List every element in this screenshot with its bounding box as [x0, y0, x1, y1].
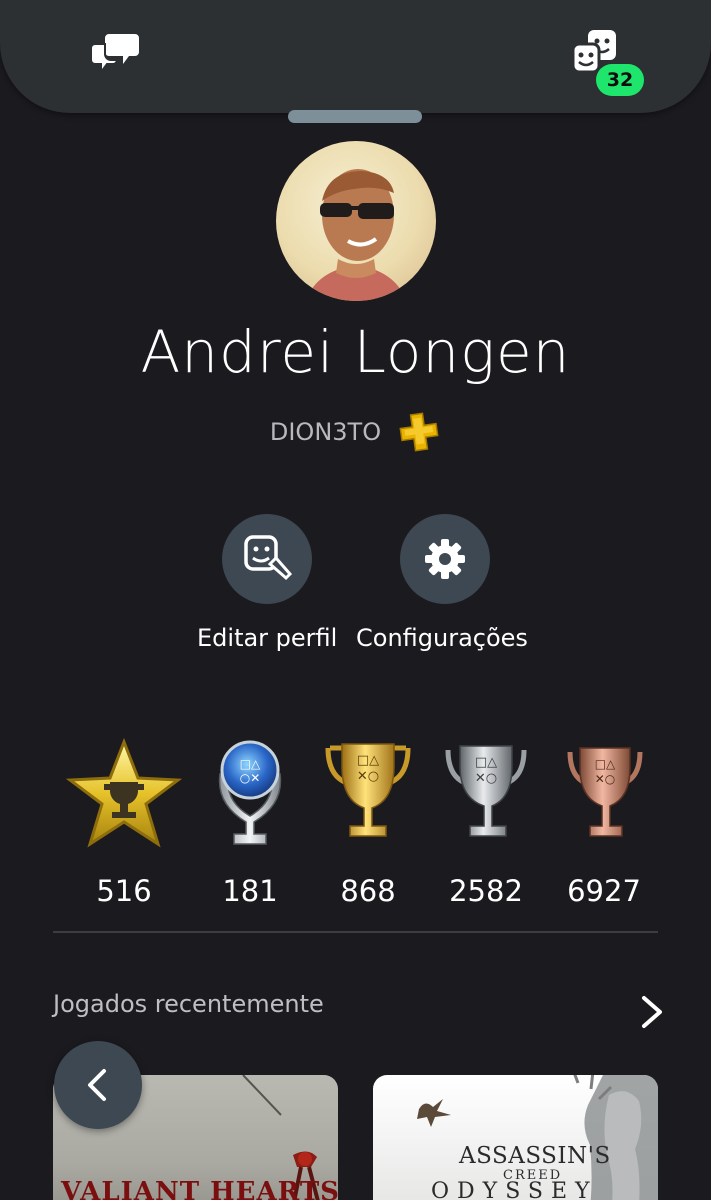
edit-profile-button[interactable] [222, 514, 312, 604]
friends-count-badge: 32 [596, 64, 644, 96]
avatar[interactable] [276, 141, 436, 301]
game-title-line-1: ASSASSIN'S [459, 1143, 611, 1169]
chat-bubbles-icon[interactable] [91, 30, 141, 74]
svg-text:○✕: ○✕ [240, 771, 261, 785]
gold-count: 868 [340, 874, 396, 908]
display-name: Andrei Longen [140, 318, 571, 386]
recently-played-label: Jogados recentemente [53, 990, 324, 1018]
silver-count: 2582 [449, 874, 523, 908]
edit-profile-label[interactable]: Editar perfil [197, 624, 337, 652]
divider [53, 931, 658, 933]
settings-label[interactable]: Configurações [356, 624, 528, 652]
online-id: DION3TO [269, 418, 382, 446]
svg-text:□△: □△ [475, 755, 497, 770]
game-title-line-3: ODYSSEY [431, 1179, 598, 1200]
edit-profile-icon [244, 535, 292, 581]
bronze-trophy-icon[interactable]: □△ ✕○ [566, 738, 644, 852]
svg-text:□△: □△ [357, 753, 379, 768]
platinum-count: 181 [222, 874, 278, 908]
svg-text:✕○: ✕○ [357, 769, 379, 784]
chevron-left-icon [88, 1069, 106, 1101]
settings-button[interactable] [400, 514, 490, 604]
svg-text:✕○: ✕○ [595, 772, 616, 786]
bronze-count: 6927 [567, 874, 641, 908]
ps-plus-icon [399, 412, 439, 452]
svg-text:✕○: ✕○ [475, 771, 497, 786]
silver-trophy-icon[interactable]: □△ ✕○ [444, 738, 528, 852]
game-title-art: VALIANT HEARTS [61, 1177, 338, 1200]
level-star-trophy-icon[interactable] [66, 738, 182, 850]
svg-text:□△: □△ [240, 757, 261, 771]
svg-text:□△: □△ [595, 757, 616, 771]
level-count: 516 [96, 874, 152, 908]
online-id-row: DION3TO [0, 412, 711, 452]
gear-icon [425, 539, 465, 579]
drawer-handle[interactable] [288, 110, 422, 123]
gold-trophy-icon[interactable]: □△ ✕○ [322, 738, 414, 852]
platinum-trophy-icon[interactable]: □△ ○✕ [212, 738, 288, 852]
back-button[interactable] [54, 1041, 142, 1129]
top-bar: 32 [0, 0, 711, 113]
chevron-right-icon[interactable] [636, 994, 668, 1030]
game-card-assassins-creed-odyssey[interactable]: ASSASSIN'S CREED ODYSSEY [373, 1075, 658, 1200]
